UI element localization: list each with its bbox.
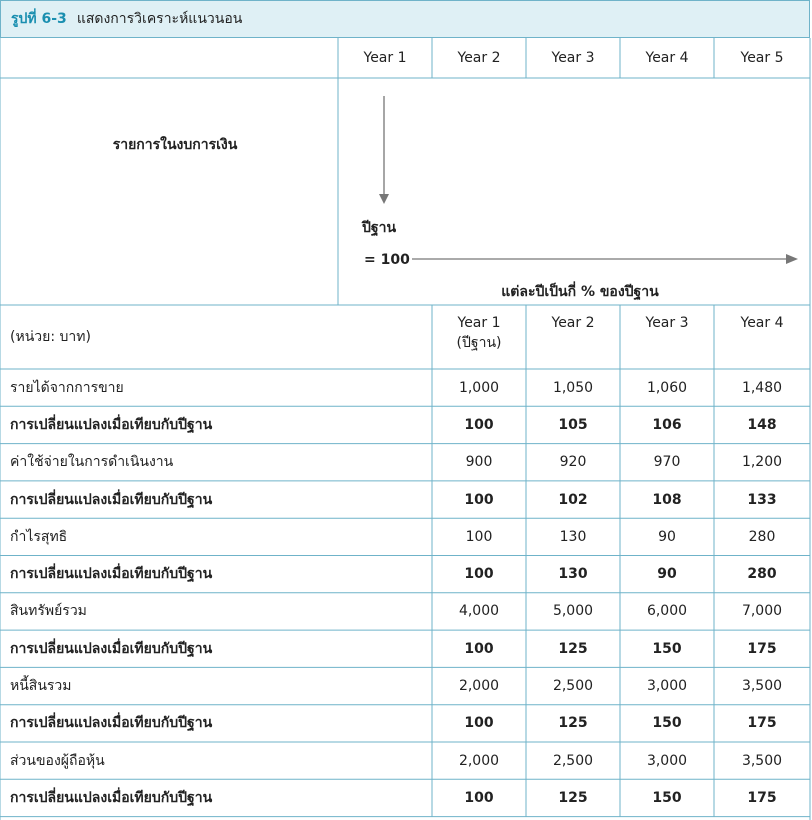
row-value: 100	[464, 491, 494, 508]
figure-canvas: รูปที่ 6-3 แสดงการวิเคราะห์แนวนอน Year 1…	[0, 0, 812, 820]
unit-label: (หน่วย: บาท)	[10, 329, 91, 345]
row-value: 100	[464, 789, 494, 806]
row-label: การเปลี่ยนแปลงเมื่อเทียบกับปีฐาน	[10, 715, 213, 732]
row-value: 105	[558, 416, 588, 433]
column-header-line1: Year 3	[645, 315, 689, 331]
row-value: 130	[559, 528, 587, 545]
row-value: 175	[747, 715, 777, 732]
top-year-header: Year 3	[551, 50, 595, 66]
row-value: 100	[464, 566, 494, 583]
base-value-label: = 100	[364, 252, 410, 268]
row-value: 150	[652, 715, 682, 732]
row-value: 1,480	[741, 379, 783, 396]
figure-number: รูปที่ 6-3	[11, 11, 67, 27]
row-value: 280	[747, 566, 777, 583]
figure-caption: แสดงการวิเคราะห์แนวนอน	[76, 11, 243, 27]
table-column-header: Year 1 (ปีฐาน)	[432, 313, 526, 353]
table-column-header: Year 3	[620, 313, 714, 333]
row-value: 2,500	[552, 678, 594, 695]
row-value: 130	[558, 566, 588, 583]
row-label: รายได้จากการขาย	[10, 379, 124, 396]
base-year-arrow-head	[379, 194, 389, 204]
row-value: 100	[464, 715, 494, 732]
table-column-header: Year 2	[526, 313, 620, 333]
row-value: 108	[652, 491, 682, 508]
row-label: การเปลี่ยนแปลงเมื่อเทียบกับปีฐาน	[10, 640, 213, 657]
top-year-header: Year 5	[740, 50, 784, 66]
row-value: 7,000	[741, 603, 783, 620]
row-value: 90	[658, 528, 676, 545]
row-value: 175	[747, 640, 777, 657]
row-value: 2,000	[458, 678, 500, 695]
row-value: 148	[747, 416, 777, 433]
column-header-line1: Year 2	[551, 315, 595, 331]
row-label: การเปลี่ยนแปลงเมื่อเทียบกับปีฐาน	[10, 416, 213, 433]
row-value: 102	[558, 491, 588, 508]
row-value: 175	[747, 789, 777, 806]
row-value: 3,500	[741, 752, 783, 769]
row-value: 1,200	[741, 454, 783, 471]
row-value: 1,000	[458, 379, 500, 396]
row-value: 5,000	[552, 603, 594, 620]
row-value: 3,000	[646, 752, 688, 769]
column-header-line1: Year 1	[457, 315, 501, 331]
figure-header: รูปที่ 6-3 แสดงการวิเคราะห์แนวนอน	[0, 0, 810, 38]
row-value: 2,500	[552, 752, 594, 769]
percent-arrow-head	[786, 254, 798, 264]
row-label: การเปลี่ยนแปลงเมื่อเทียบกับปีฐาน	[10, 491, 213, 508]
row-value: 100	[464, 640, 494, 657]
row-label: หนี้สินรวม	[10, 678, 72, 695]
row-value: 150	[652, 789, 682, 806]
row-value: 100	[464, 416, 494, 433]
top-year-header: Year 2	[457, 50, 501, 66]
row-label: สินทรัพย์รวม	[10, 603, 87, 620]
row-value: 3,000	[646, 678, 688, 695]
row-label: กำไรสุทธิ	[10, 528, 68, 545]
row-value: 3,500	[741, 678, 783, 695]
base-year-label: ปีฐาน	[362, 220, 397, 236]
row-value: 2,000	[458, 752, 500, 769]
concept-row-label: รายการในงบการเงิน	[112, 137, 238, 153]
top-year-header: Year 1	[363, 50, 407, 66]
column-header-line2: (ปีฐาน)	[456, 335, 502, 351]
top-year-header: Year 4	[645, 50, 689, 66]
row-value: 970	[653, 454, 681, 471]
row-value: 6,000	[646, 603, 688, 620]
table-column-header: Year 4	[714, 313, 810, 333]
percent-label: แต่ละปีเป็นกี่ % ของปีฐาน	[501, 284, 659, 300]
row-value: 125	[558, 715, 588, 732]
row-value: 280	[748, 528, 776, 545]
row-value: 100	[465, 528, 493, 545]
row-value: 920	[559, 454, 587, 471]
row-value: 106	[652, 416, 682, 433]
row-label: การเปลี่ยนแปลงเมื่อเทียบกับปีฐาน	[10, 566, 213, 583]
row-value: 125	[558, 640, 588, 657]
row-label: ค่าใช้จ่ายในการดำเนินงาน	[10, 454, 174, 471]
row-value: 150	[652, 640, 682, 657]
row-label: การเปลี่ยนแปลงเมื่อเทียบกับปีฐาน	[10, 789, 213, 806]
row-value: 90	[657, 566, 677, 583]
row-value: 125	[558, 789, 588, 806]
row-value: 1,060	[646, 379, 688, 396]
row-value: 1,050	[552, 379, 594, 396]
row-value: 900	[465, 454, 493, 471]
row-value: 133	[747, 491, 777, 508]
column-header-line1: Year 4	[740, 315, 784, 331]
row-value: 4,000	[458, 603, 500, 620]
row-label: ส่วนของผู้ถือหุ้น	[10, 752, 105, 769]
